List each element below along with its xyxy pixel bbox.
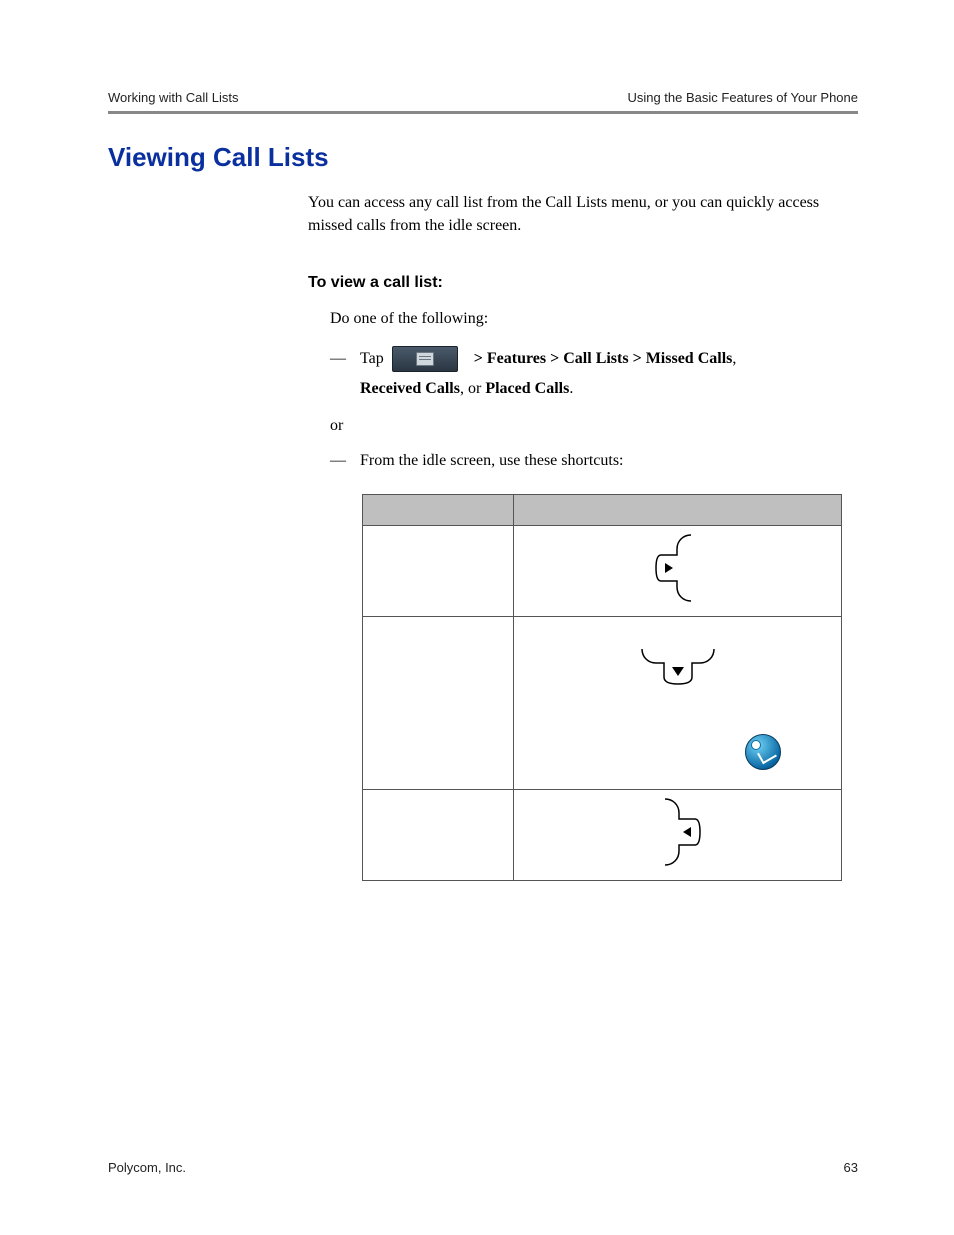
lead-in: Do one of the following: (330, 307, 858, 330)
cell-missed-label (363, 617, 514, 790)
menu-button-icon (392, 346, 458, 372)
menu-path-2: Received Calls (360, 380, 460, 397)
table-row-missed (363, 617, 842, 790)
procedure-subhead: To view a call list: (308, 271, 858, 294)
tap-prefix: Tap (360, 350, 388, 367)
footer-company: Polycom, Inc. (108, 1160, 186, 1175)
header-right: Using the Basic Features of Your Phone (627, 90, 858, 105)
menu-path-mid: , or (460, 380, 485, 397)
section-title: Viewing Call Lists (108, 142, 858, 173)
footer-page-number: 63 (844, 1160, 858, 1175)
table-header-action (514, 495, 842, 526)
table-header-row (363, 495, 842, 526)
table-header-list (363, 495, 514, 526)
cell-missed-action (514, 617, 842, 790)
intro-paragraph: You can access any call list from the Ca… (308, 191, 858, 237)
running-header: Working with Call Lists Using the Basic … (108, 90, 858, 114)
shortcuts-table (362, 494, 842, 881)
cell-received-action (514, 526, 842, 617)
dpad-down-icon (640, 643, 716, 687)
step-shortcuts: From the idle screen, use these shortcut… (330, 449, 858, 472)
menu-path-sep: , (732, 350, 736, 367)
table-row-placed (363, 790, 842, 881)
or-separator: or (330, 414, 858, 437)
cell-placed-action (514, 790, 842, 881)
cell-received-label (363, 526, 514, 617)
menu-path-1: > Features > Call Lists > Missed Calls (474, 350, 733, 367)
header-left: Working with Call Lists (108, 90, 239, 105)
dpad-left-icon (653, 533, 703, 603)
menu-path-end: . (569, 380, 573, 397)
misscall-badge-icon (745, 734, 781, 770)
menu-path-3: Placed Calls (485, 380, 569, 397)
cell-placed-label (363, 790, 514, 881)
table-row-received (363, 526, 842, 617)
step-tap-menu: Tap > Features > Call Lists > Missed Cal… (330, 344, 858, 404)
page-footer: Polycom, Inc. 63 (108, 1160, 858, 1175)
dpad-right-icon (653, 797, 703, 867)
